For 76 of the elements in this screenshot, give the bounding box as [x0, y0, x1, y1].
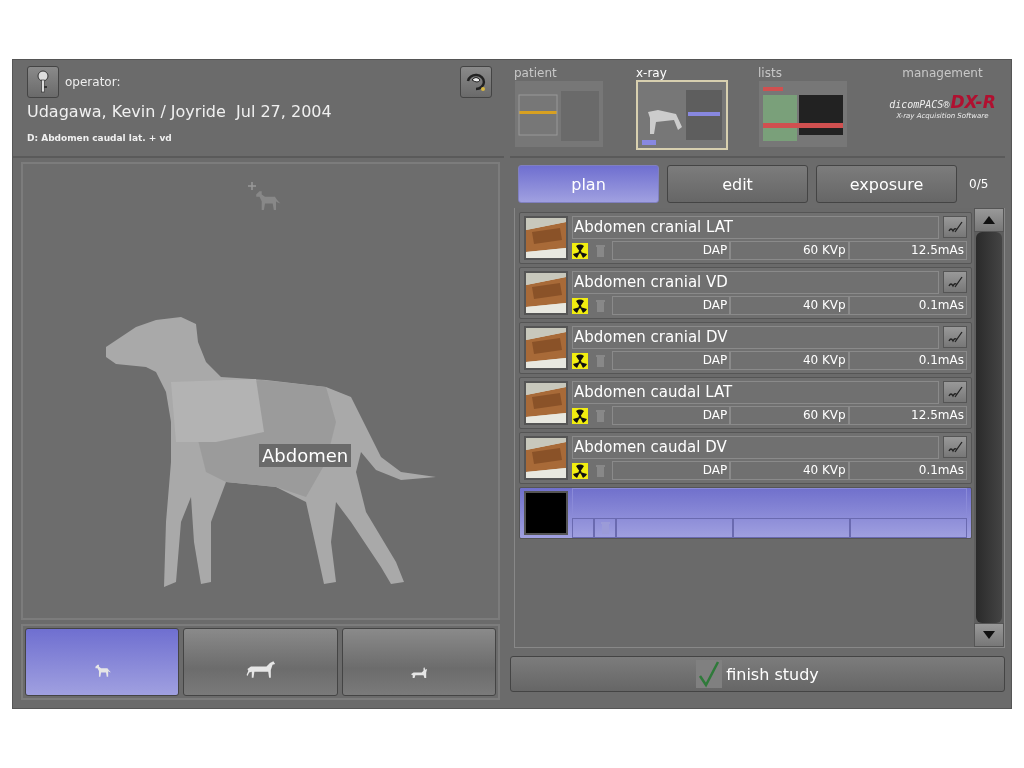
- dap-field: DAP: [612, 351, 731, 370]
- patient-info: Udagawa, Kevin / Joyride Jul 27, 2004: [27, 102, 333, 121]
- down-arrow-icon: [983, 631, 995, 639]
- pen-icon: [947, 219, 963, 234]
- operator-label: operator:: [65, 75, 121, 89]
- dap-field: DAP: [612, 241, 731, 260]
- key-button[interactable]: [27, 66, 59, 98]
- pen-icon: [947, 329, 963, 344]
- mas-field: 12.5mAs: [848, 241, 967, 260]
- edit-button[interactable]: [943, 325, 967, 348]
- study-title: D: Abdomen caudal lat. + vd: [27, 133, 173, 143]
- exposure-name: Abdomen cranial LAT: [572, 215, 939, 239]
- dap-field: DAP: [612, 406, 731, 425]
- radiation-icon: [572, 462, 588, 479]
- exposure-row[interactable]: Abdomen cranial DV DAP 40 KVp 0.1mAs: [519, 322, 972, 374]
- dap-field: DAP: [612, 296, 731, 315]
- region-label[interactable]: Abdomen: [259, 444, 352, 467]
- nav-label[interactable]: lists: [758, 66, 782, 80]
- status-field: [572, 518, 594, 538]
- pen-icon: [947, 274, 963, 289]
- kvp-field[interactable]: [733, 518, 850, 538]
- dap-field[interactable]: [616, 518, 733, 538]
- up-arrow-icon: [983, 216, 995, 224]
- radiation-icon: [572, 352, 588, 369]
- screen-thumbnail[interactable]: [514, 80, 604, 148]
- mode-tab[interactable]: edit: [667, 165, 808, 203]
- exposure-row[interactable]: Abdomen cranial VD DAP 40 KVp 0.1mAs: [519, 267, 972, 319]
- radiation-icon: [572, 297, 588, 314]
- mas-field: 0.1mAs: [848, 351, 967, 370]
- finish-study-button[interactable]: finish study: [510, 656, 1005, 692]
- exposure-row[interactable]: Abdomen cranial LAT DAP 60 KVp 12.5mAs: [519, 212, 972, 264]
- species-tab[interactable]: [183, 628, 338, 696]
- nav-label[interactable]: patient: [514, 66, 557, 80]
- mas-field: 0.1mAs: [848, 296, 967, 315]
- kvp-field: 40 KVp: [730, 461, 849, 480]
- exposure-name: Abdomen caudal LAT: [572, 380, 939, 404]
- pen-icon: [947, 384, 963, 399]
- scroll-down-button[interactable]: [974, 623, 1004, 647]
- empty-thumbnail: [524, 491, 568, 535]
- exposure-name: Abdomen cranial VD: [572, 270, 939, 294]
- screen-thumbnail[interactable]: [636, 80, 728, 150]
- exposure-counter: 0/5: [969, 177, 989, 191]
- mode-tab[interactable]: exposure: [816, 165, 957, 203]
- kvp-field: 60 KVp: [730, 406, 849, 425]
- exposure-name: Abdomen caudal DV: [572, 435, 939, 459]
- mas-field[interactable]: [850, 518, 967, 538]
- edit-button[interactable]: [943, 270, 967, 293]
- exposure-row[interactable]: Abdomen caudal DV DAP 40 KVp 0.1mAs: [519, 432, 972, 484]
- horse-icon: [244, 660, 277, 679]
- kvp-field: 40 KVp: [730, 351, 849, 370]
- exposure-name: Abdomen cranial DV: [572, 325, 939, 349]
- nav-label[interactable]: x-ray: [636, 66, 667, 80]
- exposure-row[interactable]: Abdomen caudal LAT DAP 60 KVp 12.5mAs: [519, 377, 972, 429]
- mas-field: 0.1mAs: [848, 461, 967, 480]
- nav-label[interactable]: management: [902, 66, 983, 80]
- pen-icon: [947, 439, 963, 454]
- species-tab[interactable]: [25, 628, 180, 696]
- cat-icon: [409, 667, 428, 679]
- checkmark-icon: [696, 660, 723, 688]
- mas-field: 12.5mAs: [848, 406, 967, 425]
- edit-button[interactable]: [943, 215, 967, 238]
- radiation-icon: [572, 242, 588, 259]
- mode-tab[interactable]: plan: [518, 165, 659, 203]
- kvp-field: 40 KVp: [730, 296, 849, 315]
- reload-button[interactable]: [460, 66, 492, 98]
- dap-field: DAP: [612, 461, 731, 480]
- kvp-field: 60 KVp: [730, 241, 849, 260]
- edit-button[interactable]: [943, 380, 967, 403]
- scroll-up-button[interactable]: [974, 208, 1004, 232]
- screen-thumbnail[interactable]: [758, 80, 848, 148]
- key-icon: [36, 70, 50, 94]
- exposure-row[interactable]: [519, 487, 972, 539]
- radiation-icon: [572, 407, 588, 424]
- circular-arrows-icon: [464, 71, 488, 93]
- species-tab[interactable]: [341, 628, 496, 696]
- edit-button[interactable]: [943, 435, 967, 458]
